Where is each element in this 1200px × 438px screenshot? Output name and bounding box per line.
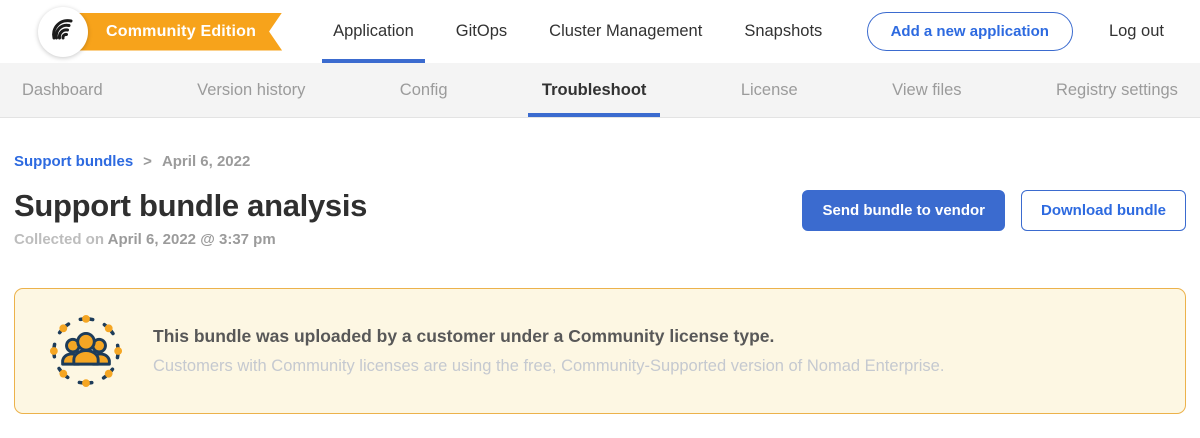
breadcrumb-support-bundles-link[interactable]: Support bundles	[14, 153, 133, 170]
breadcrumb-separator: >	[143, 153, 152, 170]
community-license-banner: This bundle was uploaded by a customer u…	[14, 288, 1186, 414]
app-logo[interactable]	[38, 7, 88, 57]
tab-cluster-management[interactable]: Cluster Management	[528, 0, 723, 63]
subtab-view-files[interactable]: View files	[878, 63, 975, 117]
app-sub-nav: Dashboard Version history Config Trouble…	[0, 63, 1200, 118]
main-nav: Application GitOps Cluster Management Sn…	[312, 0, 843, 63]
page-title: Support bundle analysis	[14, 188, 367, 224]
community-group-icon	[49, 314, 123, 388]
collected-value: April 6, 2022 @ 3:37 pm	[108, 231, 276, 248]
title-block: Support bundle analysis Collected on Apr…	[14, 188, 367, 248]
breadcrumb: Support bundles > April 6, 2022	[14, 153, 1186, 170]
subtab-license[interactable]: License	[727, 63, 812, 117]
main-content: Support bundles > April 6, 2022 Support …	[0, 153, 1200, 414]
community-edition-badge-label: Community Edition	[106, 23, 256, 41]
subtab-version-history[interactable]: Version history	[183, 63, 319, 117]
subtab-registry-settings[interactable]: Registry settings	[1042, 63, 1192, 117]
send-bundle-to-vendor-button[interactable]: Send bundle to vendor	[802, 190, 1005, 231]
replicated-logo-icon	[48, 15, 78, 50]
banner-subtext: Customers with Community licenses are us…	[153, 357, 944, 376]
community-edition-badge: Community Edition	[62, 13, 282, 51]
subtab-dashboard[interactable]: Dashboard	[8, 63, 117, 117]
add-new-application-button[interactable]: Add a new application	[867, 12, 1073, 51]
banner-heading: This bundle was uploaded by a customer u…	[153, 326, 944, 347]
title-row: Support bundle analysis Collected on Apr…	[14, 188, 1186, 248]
brand: Community Edition	[38, 0, 282, 63]
collected-timestamp: Collected on April 6, 2022 @ 3:37 pm	[14, 231, 367, 248]
banner-text: This bundle was uploaded by a customer u…	[153, 326, 944, 376]
logout-link[interactable]: Log out	[1109, 22, 1164, 41]
subtab-troubleshoot[interactable]: Troubleshoot	[528, 63, 661, 117]
bundle-actions: Send bundle to vendor Download bundle	[802, 188, 1186, 231]
tab-gitops[interactable]: GitOps	[435, 0, 528, 63]
tab-application[interactable]: Application	[312, 0, 435, 63]
tab-snapshots[interactable]: Snapshots	[723, 0, 843, 63]
header-actions: Add a new application Log out	[867, 12, 1164, 51]
download-bundle-button[interactable]: Download bundle	[1021, 190, 1186, 231]
collected-prefix: Collected on	[14, 231, 104, 248]
breadcrumb-current: April 6, 2022	[162, 153, 250, 170]
subtab-config[interactable]: Config	[386, 63, 462, 117]
top-header: Community Edition Application GitOps Clu…	[0, 0, 1200, 63]
